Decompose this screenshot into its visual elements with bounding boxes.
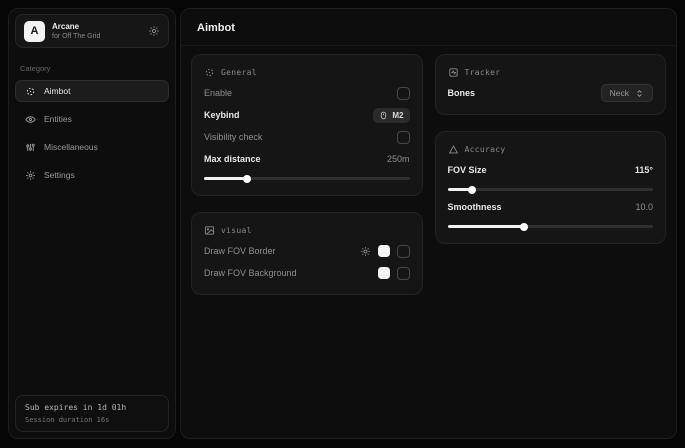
fov-border-color-swatch[interactable]	[378, 245, 390, 257]
bones-selected-value: Neck	[610, 88, 629, 98]
max-distance-value: 250m	[387, 154, 410, 164]
category-label: Category	[20, 64, 164, 73]
max-distance-row: Max distance 250m	[204, 148, 410, 170]
card-title: Tracker	[465, 68, 501, 77]
fov-size-label: FOV Size	[448, 165, 487, 175]
sidebar-nav: Aimbot Entities Miscellaneous	[9, 80, 175, 186]
visibility-check-label: Visibility check	[204, 132, 262, 142]
visibility-check-row: Visibility check	[204, 126, 410, 148]
draw-fov-background-label: Draw FOV Background	[204, 268, 297, 278]
gear-icon	[25, 170, 36, 181]
draw-fov-border-label: Draw FOV Border	[204, 246, 276, 256]
sidebar-item-label: Miscellaneous	[44, 142, 98, 152]
smoothness-row: Smoothness 10.0	[448, 196, 654, 218]
mouse-icon	[379, 111, 388, 120]
crosshair-dashed-icon	[204, 67, 215, 78]
bones-select[interactable]: Neck	[601, 84, 653, 102]
keybind-button[interactable]: M2	[373, 108, 409, 123]
chevrons-up-down-icon	[635, 89, 644, 98]
content-area: General Enable Keybind	[181, 46, 676, 303]
bones-label: Bones	[448, 88, 476, 98]
smoothness-slider-thumb[interactable]	[520, 223, 528, 231]
app-subtitle: for Off The Grid	[52, 33, 100, 40]
subscription-card: Sub expires in 1d 01h Session duration 1…	[15, 395, 169, 432]
card-title: visual	[221, 226, 252, 235]
max-distance-label: Max distance	[204, 154, 261, 164]
sidebar-item-label: Aimbot	[44, 86, 70, 96]
smoothness-value: 10.0	[635, 202, 653, 212]
main-panel: Aimbot General Enable Keybind	[180, 8, 677, 439]
tracker-card: Tracker Bones Neck	[435, 54, 667, 115]
draw-fov-border-row: Draw FOV Border	[204, 240, 410, 262]
app-header-card: A Arcane for Off The Grid	[15, 14, 169, 48]
sidebar-item-label: Settings	[44, 170, 75, 180]
keybind-value: M2	[392, 111, 403, 120]
fov-border-settings-gear-icon[interactable]	[360, 246, 371, 257]
sidebar-item-aimbot[interactable]: Aimbot	[15, 80, 169, 102]
pulse-icon	[448, 67, 459, 78]
session-duration-text: Session duration 16s	[25, 416, 159, 424]
app-name: Arcane	[52, 22, 100, 31]
triangle-icon	[448, 144, 459, 155]
sidebar: A Arcane for Off The Grid Category Aimbo…	[8, 8, 176, 439]
crosshair-icon	[25, 86, 36, 97]
enable-row: Enable	[204, 82, 410, 104]
app-logo: A	[24, 21, 45, 42]
page-title: Aimbot	[181, 9, 676, 46]
sidebar-item-settings[interactable]: Settings	[15, 164, 169, 186]
general-card: General Enable Keybind	[191, 54, 423, 196]
keybind-row: Keybind M2	[204, 104, 410, 126]
sidebar-item-miscellaneous[interactable]: Miscellaneous	[15, 136, 169, 158]
fov-size-row: FOV Size 115°	[448, 159, 654, 181]
keybind-label: Keybind	[204, 110, 240, 120]
draw-fov-background-row: Draw FOV Background	[204, 262, 410, 284]
sidebar-item-entities[interactable]: Entities	[15, 108, 169, 130]
enable-label: Enable	[204, 88, 232, 98]
visibility-check-checkbox[interactable]	[397, 131, 410, 144]
sliders-icon	[25, 142, 36, 153]
accuracy-card: Accuracy FOV Size 115° Smoothness 10.0	[435, 131, 667, 244]
fov-size-value: 115°	[635, 165, 653, 175]
eye-icon	[25, 114, 36, 125]
draw-fov-background-checkbox[interactable]	[397, 267, 410, 280]
sub-expiry-text: Sub expires in 1d 01h	[25, 403, 159, 412]
card-title: Accuracy	[465, 145, 506, 154]
fov-background-color-swatch[interactable]	[378, 267, 390, 279]
visual-card: visual Draw FOV Border	[191, 212, 423, 295]
fov-size-slider-thumb[interactable]	[468, 186, 476, 194]
settings-gear-icon[interactable]	[148, 25, 160, 37]
max-distance-slider[interactable]	[204, 177, 410, 180]
draw-fov-border-checkbox[interactable]	[397, 245, 410, 258]
fov-size-slider[interactable]	[448, 188, 654, 191]
bones-row: Bones Neck	[448, 82, 654, 104]
sidebar-item-label: Entities	[44, 114, 72, 124]
max-distance-slider-thumb[interactable]	[243, 175, 251, 183]
smoothness-slider[interactable]	[448, 225, 654, 228]
card-title: General	[221, 68, 257, 77]
enable-checkbox[interactable]	[397, 87, 410, 100]
smoothness-label: Smoothness	[448, 202, 502, 212]
image-icon	[204, 225, 215, 236]
